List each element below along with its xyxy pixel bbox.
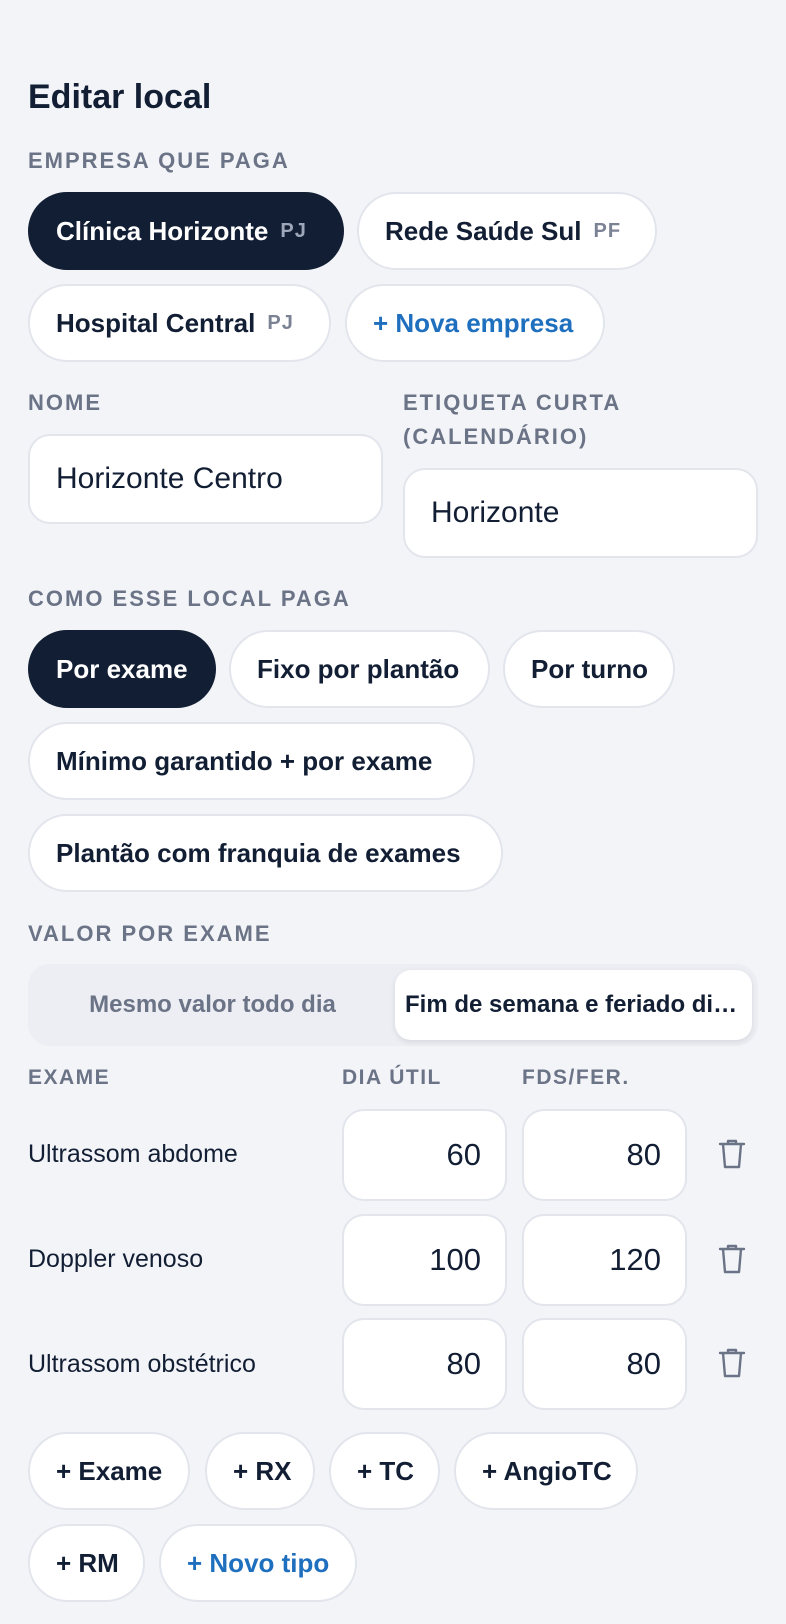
add-angiotc-button[interactable]: + AngioTC [454,1432,638,1510]
company-label: EMPRESA QUE PAGA [28,148,290,173]
payment-method-label: COMO ESSE LOCAL PAGA [28,586,351,611]
company-chip-hospital-central[interactable]: Hospital Central PJ [28,284,331,362]
exam-name: Ultrassom obstétrico [28,1350,256,1378]
company-type-tag: PJ [267,311,294,334]
add-tc-button[interactable]: + TC [329,1432,440,1510]
company-chip-name: Hospital Central [56,307,256,338]
exam-name: Ultrassom abdome [28,1140,238,1168]
add-rx-button[interactable]: + RX [205,1432,315,1510]
weekend-column-header: FDS/FER. [522,1066,630,1089]
mode-weekend-holiday[interactable]: Fim de semana e feriado diferente [395,970,752,1040]
add-rm-button[interactable]: + RM [28,1524,145,1602]
new-type-button[interactable]: + Novo tipo [159,1524,357,1602]
weekday-price-input[interactable]: 60 [342,1109,507,1201]
trash-icon[interactable] [718,1244,746,1274]
weekend-price-input[interactable]: 80 [522,1318,687,1410]
company-type-tag: PJ [280,219,307,242]
weekday-column-header: DIA ÚTIL [342,1066,442,1089]
exam-name: Doppler venoso [28,1245,204,1273]
short-label-label-line1: ETIQUETA CURTA [403,390,622,415]
weekday-price-input[interactable]: 80 [342,1318,507,1410]
company-type-tag: PF [593,219,622,242]
short-label-label-line2: (CALENDÁRIO) [403,424,589,449]
weekend-price-input[interactable]: 120 [522,1214,687,1306]
add-exam-button[interactable]: + Exame [28,1432,190,1510]
short-label-input[interactable]: Horizonte [403,468,758,558]
company-chip-name: Rede Saúde Sul [385,215,582,246]
trash-icon[interactable] [718,1139,746,1169]
exam-value-mode-switch: Mesmo valor todo dia Fim de semana e fer… [28,964,758,1046]
exam-column-header: EXAME [28,1066,111,1089]
payment-option-por-turno[interactable]: Por turno [503,630,675,708]
payment-option-minimo-garantido[interactable]: Mínimo garantido + por exame [28,722,475,800]
edit-location-form: Editar local EMPRESA QUE PAGA Clínica Ho… [28,0,758,1624]
payment-option-fixo-por-plantao[interactable]: Fixo por plantão [229,630,490,708]
trash-icon[interactable] [718,1348,746,1378]
mode-same-value-every-day[interactable]: Mesmo valor todo dia [34,970,391,1040]
name-input[interactable]: Horizonte Centro [28,434,383,524]
exam-value-label: VALOR POR EXAME [28,921,272,946]
company-chip-name: Clínica Horizonte [56,215,269,246]
payment-option-plantao-franquia[interactable]: Plantão com franquia de exames [28,814,503,892]
payment-option-por-exame[interactable]: Por exame [28,630,216,708]
mode-weekend-holiday-label: Fim de semana e feriado diferente [405,991,752,1018]
company-chip-rede-saude-sul[interactable]: Rede Saúde Sul PF [357,192,657,270]
name-label: NOME [28,390,102,415]
weekday-price-input[interactable]: 100 [342,1214,507,1306]
new-company-button[interactable]: + Nova empresa [345,284,605,362]
company-chip-clinica-horizonte[interactable]: Clínica Horizonte PJ [28,192,344,270]
page-title: Editar local [28,78,212,116]
weekend-price-input[interactable]: 80 [522,1109,687,1201]
